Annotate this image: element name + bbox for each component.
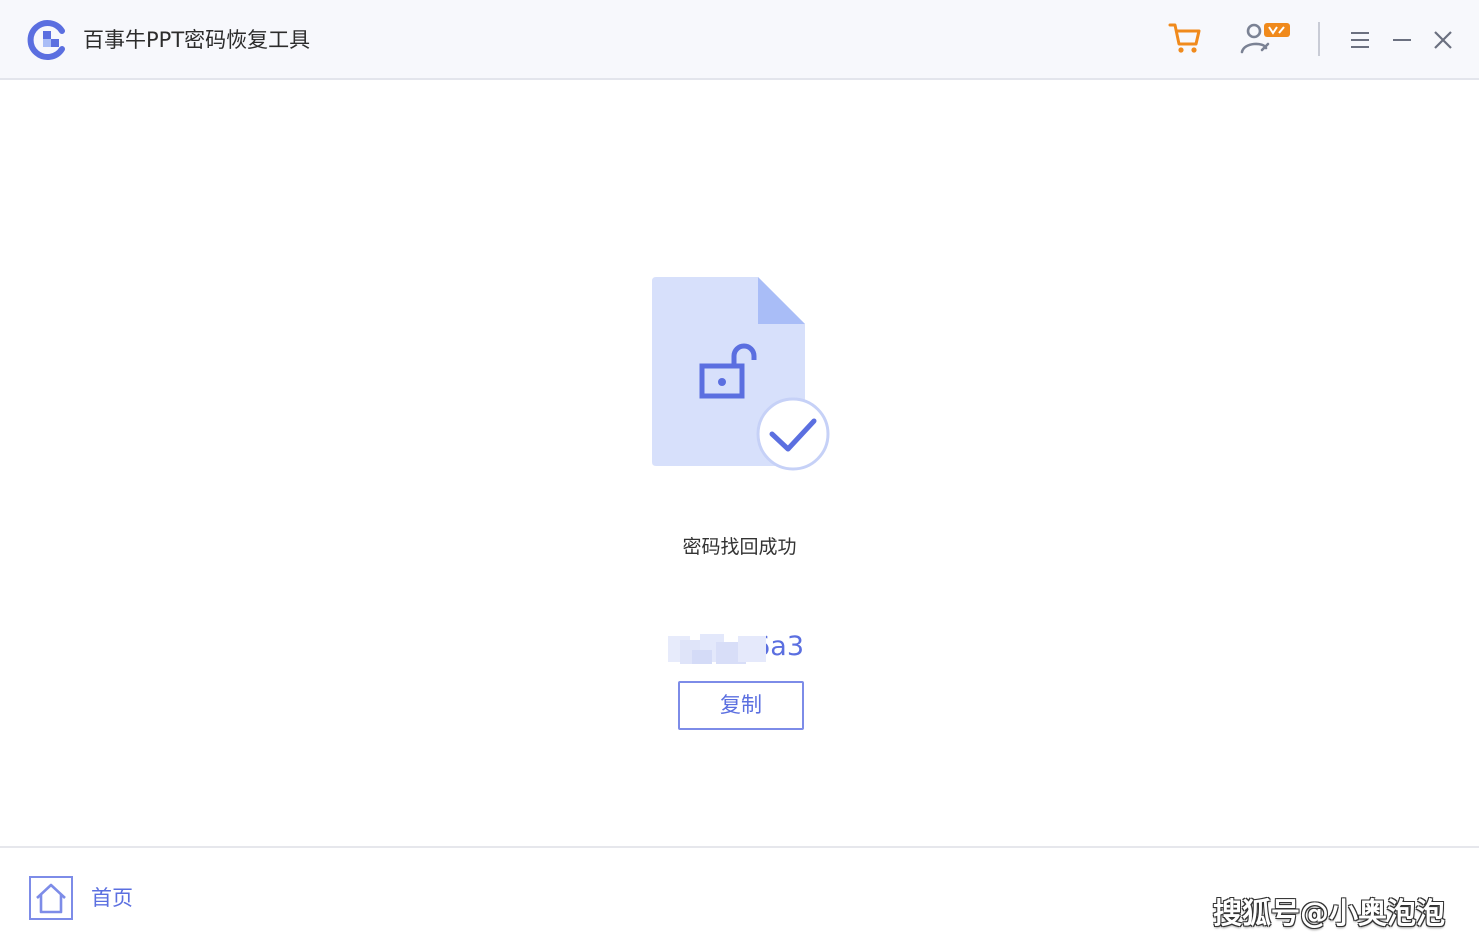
title-bar: 百事牛PPT密码恢复工具 (0, 0, 1479, 80)
app-logo-icon (27, 20, 65, 60)
copy-button[interactable]: 复制 (678, 681, 804, 730)
titlebar-divider (1318, 22, 1320, 56)
unlocked-document-illustration (652, 277, 830, 471)
watermark-text: 搜狐号@小奥泡泡 (1212, 896, 1445, 930)
cart-icon[interactable] (1167, 20, 1203, 56)
footer-divider (0, 846, 1479, 848)
menu-icon[interactable] (1348, 28, 1372, 52)
minimize-icon[interactable] (1390, 28, 1414, 52)
home-icon (29, 876, 73, 920)
home-button[interactable]: 首页 (29, 876, 179, 922)
password-blur-mask (666, 634, 766, 664)
app-title: 百事牛PPT密码恢复工具 (83, 28, 311, 52)
recovery-status-text: 密码找回成功 (682, 536, 797, 558)
user-vip-icon[interactable] (1238, 18, 1292, 58)
home-label: 首页 (91, 886, 133, 910)
close-icon[interactable] (1431, 28, 1455, 52)
check-circle-icon (756, 397, 830, 471)
